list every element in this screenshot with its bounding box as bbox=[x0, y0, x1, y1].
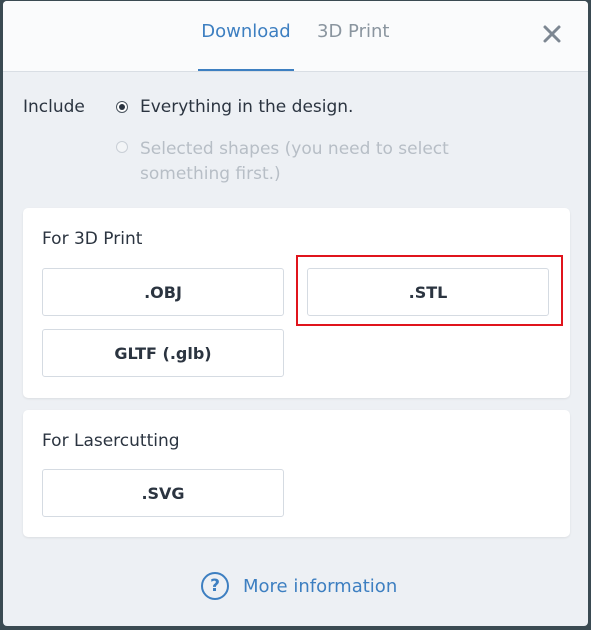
card-lasercutting: For Lasercutting .SVG bbox=[23, 410, 570, 537]
section-title-lasercutting: For Lasercutting bbox=[42, 431, 180, 451]
include-label: Include bbox=[23, 97, 85, 117]
section-title-3d-print: For 3D Print bbox=[42, 229, 143, 249]
radio-selected-shapes-label: Selected shapes (you need to select some… bbox=[140, 139, 449, 184]
tab-download[interactable]: Download bbox=[198, 21, 294, 71]
help-circle-icon: ? bbox=[201, 572, 229, 600]
export-stl-button[interactable]: .STL bbox=[307, 268, 549, 316]
more-information-label: More information bbox=[243, 576, 398, 597]
card-3d-print: For 3D Print .OBJ .STL GLTF (.glb) bbox=[23, 208, 570, 398]
dialog-header: Download 3D Print bbox=[3, 1, 588, 72]
export-gltf-button[interactable]: GLTF (.glb) bbox=[42, 329, 284, 377]
export-obj-button[interactable]: .OBJ bbox=[42, 268, 284, 316]
export-dialog: Download 3D Print Include Everything in … bbox=[3, 1, 588, 626]
radio-everything-label: Everything in the design. bbox=[140, 97, 354, 117]
tab-3d-print[interactable]: 3D Print bbox=[317, 21, 389, 71]
radio-unchecked-icon bbox=[116, 141, 128, 153]
close-icon[interactable] bbox=[541, 23, 563, 45]
radio-checked-icon[interactable] bbox=[116, 101, 128, 113]
export-svg-button[interactable]: .SVG bbox=[42, 469, 284, 517]
